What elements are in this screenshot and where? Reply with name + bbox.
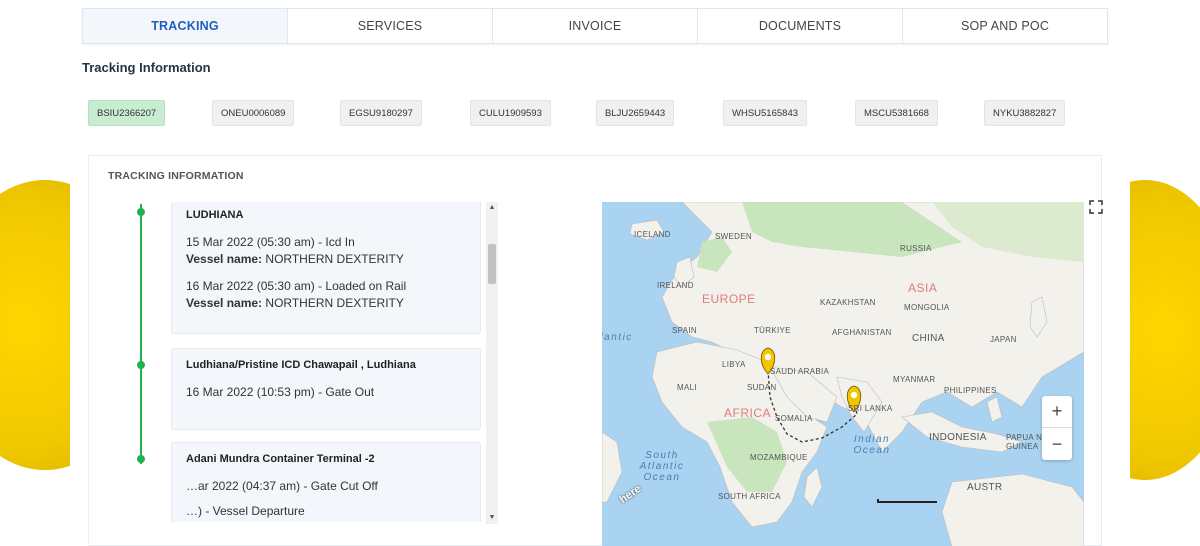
ocean-label: Atlantic — [602, 332, 633, 343]
zoom-out-button[interactable]: − — [1042, 428, 1072, 460]
map-label: MOZAMBIQUE — [750, 453, 808, 462]
container-chip[interactable]: NYKU3882827 — [984, 100, 1066, 126]
event-location: Adani Mundra Container Terminal -2 — [186, 453, 375, 465]
event-card: Ludhiana/Pristine ICD Chawapail , Ludhia… — [171, 348, 481, 430]
map-label: SAUDI ARABIA — [770, 367, 830, 376]
map-label: CHINA — [912, 333, 945, 344]
event-entry: 16 Mar 2022 (10:53 pm) - Gate Out — [186, 385, 375, 399]
container-chip[interactable]: BLJU2659443 — [596, 100, 675, 126]
container-chip[interactable]: MSCU5381668 — [855, 100, 938, 126]
timeline-line — [140, 204, 142, 464]
page: TRACKING SERVICES INVOICE DOCUMENTS SOP … — [0, 0, 1200, 546]
event-scrollbar[interactable]: ▲ ▼ — [486, 202, 498, 524]
map-label: SOMALIA — [775, 414, 813, 423]
card-title: TRACKING INFORMATION — [108, 170, 244, 182]
fullscreen-icon[interactable] — [1089, 200, 1103, 214]
map-label: SPAIN — [672, 326, 697, 335]
map-label: RUSSIA — [900, 244, 932, 253]
container-chip[interactable]: WHSU5165843 — [723, 100, 808, 126]
event-location: Ludhiana/Pristine ICD Chawapail , Ludhia… — [186, 359, 416, 371]
timeline-dot — [137, 361, 145, 369]
map-label: TÜRKIYE — [754, 326, 791, 335]
event-entry: …ar 2022 (04:37 am) - Gate Cut Off — [186, 479, 378, 493]
container-chip[interactable]: ONEU0006089 — [212, 100, 295, 126]
scroll-thumb[interactable] — [488, 244, 496, 284]
event-entry: …) - Vessel Departure — [186, 504, 305, 518]
vessel-value: NORTHERN DEXTERITY — [265, 252, 404, 266]
map-label: SWEDEN — [715, 232, 752, 241]
map-label: MONGOLIA — [904, 303, 950, 312]
map-label: MYANMAR — [893, 375, 936, 384]
map-label: MALI — [677, 383, 697, 392]
event-entry: 16 Mar 2022 (05:30 am) - Loaded on Rail — [186, 279, 407, 293]
container-chip[interactable]: EGSU9180297 — [340, 100, 422, 126]
timeline-dot — [137, 455, 145, 463]
event-location: LUDHIANA — [186, 209, 244, 221]
tab-tracking[interactable]: TRACKING — [83, 9, 288, 43]
container-chip[interactable]: BSIU2366207 — [88, 100, 166, 126]
scroll-up-icon[interactable]: ▲ — [486, 202, 498, 214]
ocean-label: Indian Ocean — [853, 434, 891, 456]
scroll-down-icon[interactable]: ▼ — [486, 512, 498, 524]
map-label: PHILIPPINES — [944, 386, 997, 395]
map-label: AUSTR — [967, 482, 1003, 493]
map-label: AFGHANISTAN — [832, 328, 892, 337]
vessel-name: Vessel name: NORTHERN DEXTERITY — [186, 252, 466, 266]
vessel-value: NORTHERN DEXTERITY — [265, 296, 404, 310]
event-card: Adani Mundra Container Terminal -2 …ar 2… — [171, 442, 481, 522]
map-label: ICELAND — [634, 230, 671, 239]
section-title: Tracking Information — [82, 60, 211, 75]
timeline-dot — [137, 208, 145, 216]
tab-services[interactable]: SERVICES — [288, 9, 493, 43]
event-entry: 15 Mar 2022 (05:30 am) - Icd In — [186, 235, 355, 249]
zoom-control: + − — [1042, 396, 1072, 460]
container-chip-list: BSIU2366207 ONEU0006089 EGSU9180297 CULU… — [88, 100, 1088, 126]
map-land — [602, 202, 1084, 546]
map-label: ASIA — [908, 281, 938, 295]
vessel-name: Vessel name: NORTHERN DEXTERITY — [186, 296, 466, 310]
tab-bar: TRACKING SERVICES INVOICE DOCUMENTS SOP … — [82, 8, 1108, 44]
map-label: IRELAND — [657, 281, 694, 290]
tab-documents[interactable]: DOCUMENTS — [698, 9, 903, 43]
route-map[interactable]: ICELAND SWEDEN RUSSIA IRELAND EUROPE KAZ… — [602, 202, 1084, 546]
vessel-label: Vessel name: — [186, 296, 263, 310]
map-label: SUDAN — [747, 383, 777, 392]
map-label: LIBYA — [722, 360, 746, 369]
map-label: SOUTH AFRICA — [718, 492, 781, 501]
tracking-card: TRACKING INFORMATION LUDHIANA 15 Mar 202… — [88, 155, 1103, 546]
map-label: AFRICA — [724, 406, 772, 420]
event-list[interactable]: LUDHIANA 15 Mar 2022 (05:30 am) - Icd In… — [171, 202, 501, 522]
vessel-label: Vessel name: — [186, 252, 263, 266]
map-label: JAPAN — [990, 335, 1017, 344]
map-label: INDONESIA — [929, 432, 987, 443]
map-scalebar — [877, 499, 937, 503]
tab-invoice[interactable]: INVOICE — [493, 9, 698, 43]
map-label: SRI LANKA — [848, 404, 893, 413]
container-chip[interactable]: CULU1909593 — [470, 100, 551, 126]
zoom-in-button[interactable]: + — [1042, 396, 1072, 428]
tab-sop-and-poc[interactable]: SOP AND POC — [903, 9, 1107, 43]
event-card: LUDHIANA 15 Mar 2022 (05:30 am) - Icd In… — [171, 202, 481, 334]
map-label: EUROPE — [702, 292, 756, 306]
map-label: KAZAKHSTAN — [820, 298, 876, 307]
